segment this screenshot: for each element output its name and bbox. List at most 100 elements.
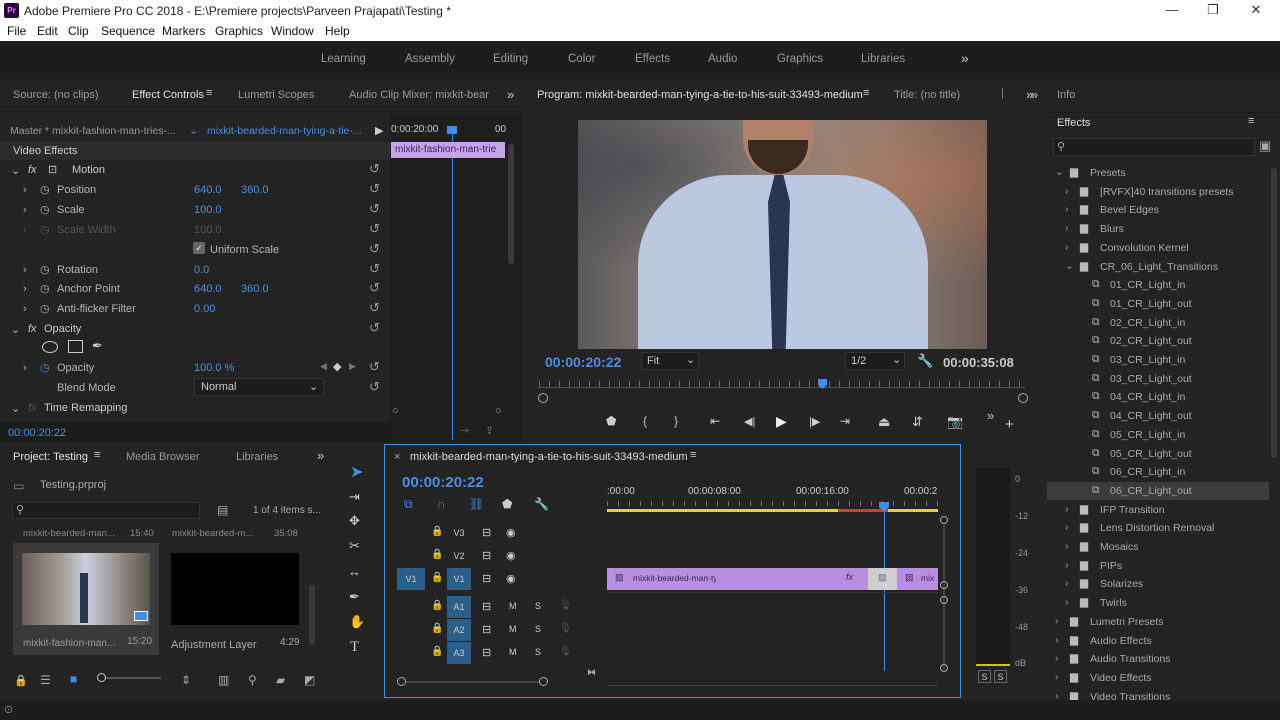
menu-markers[interactable]: Markers bbox=[162, 24, 205, 38]
effects-tree-item[interactable]: › ▆ Twirls bbox=[1047, 594, 1269, 612]
opacity-expand-icon[interactable]: › bbox=[23, 362, 27, 374]
menu-graphics[interactable]: Graphics bbox=[215, 24, 263, 38]
fit-select[interactable]: Fit ⌄ bbox=[641, 352, 699, 370]
solo-button[interactable]: S bbox=[535, 647, 541, 657]
ripple-edit-tool-icon[interactable]: ✥ bbox=[349, 513, 360, 529]
reset-blend-icon[interactable]: ↺ bbox=[369, 379, 380, 395]
track-lock-icon[interactable]: 🔒 bbox=[431, 623, 443, 634]
reset-scale-width-icon[interactable]: ↺ bbox=[369, 221, 380, 237]
lift-icon[interactable]: ⏏ bbox=[878, 414, 890, 430]
expand-arrow-icon[interactable]: › bbox=[1065, 521, 1069, 533]
meter-solo-left[interactable]: S bbox=[978, 670, 991, 683]
mute-button[interactable]: M bbox=[509, 647, 517, 657]
zoom-slider[interactable] bbox=[97, 677, 161, 679]
automate-sequence-icon[interactable]: ▥ bbox=[218, 673, 229, 687]
track-sync-icon[interactable]: ⊟ bbox=[482, 572, 491, 585]
voiceover-mic-icon[interactable]: 🎙 bbox=[559, 600, 572, 611]
reset-uniform-icon[interactable]: ↺ bbox=[369, 241, 380, 257]
expand-arrow-icon[interactable]: › bbox=[1065, 222, 1069, 234]
mute-button[interactable]: M bbox=[509, 624, 517, 634]
panel-overflow-icon[interactable]: » bbox=[507, 87, 514, 102]
extract-icon[interactable]: ⇵ bbox=[912, 414, 923, 430]
menu-edit[interactable]: Edit bbox=[37, 24, 58, 38]
mute-button[interactable]: M bbox=[509, 601, 517, 611]
find-icon[interactable]: ▤ bbox=[217, 503, 228, 517]
tab-lumetri-scopes[interactable]: Lumetri Scopes bbox=[238, 89, 314, 101]
new-bin-icon[interactable]: ▣ bbox=[1259, 138, 1271, 154]
effects-scrollbar[interactable] bbox=[1271, 168, 1277, 458]
a-zoom-handle-bottom[interactable] bbox=[940, 664, 948, 672]
expand-arrow-icon[interactable]: › bbox=[1065, 577, 1069, 589]
anchor-x-value[interactable]: 640.0 bbox=[194, 283, 222, 295]
antiflicker-value[interactable]: 0.00 bbox=[194, 303, 215, 315]
track-sync-icon[interactable]: ⊟ bbox=[482, 549, 491, 562]
effects-tree-item[interactable]: › ▆ Audio Effects bbox=[1047, 632, 1269, 650]
solo-button[interactable]: S bbox=[535, 624, 541, 634]
effects-tree-item[interactable]: › ▆ [RVFX]40 transitions presets bbox=[1047, 183, 1269, 201]
slip-tool-icon[interactable]: ↔ bbox=[348, 564, 361, 579]
ellipse-mask-icon[interactable] bbox=[42, 341, 58, 353]
timeline-clip-segment[interactable]: fx bbox=[838, 568, 868, 590]
step-back-icon[interactable]: ◀| bbox=[744, 415, 755, 428]
mark-out-icon[interactable]: } bbox=[674, 414, 678, 428]
effects-search-input[interactable]: ⚲ bbox=[1053, 138, 1255, 156]
effects-tree-item[interactable]: ⧉ 03_CR_Light_in bbox=[1047, 351, 1269, 369]
effects-tree-item[interactable]: ⧉ 04_CR_Light_in bbox=[1047, 388, 1269, 406]
snap-icon[interactable]: ∩ bbox=[437, 497, 446, 511]
close-sequence-icon[interactable]: × bbox=[394, 451, 400, 463]
add-keyframe-icon[interactable]: ◆ bbox=[333, 360, 341, 373]
expand-arrow-icon[interactable]: › bbox=[1065, 185, 1069, 197]
effects-tree-item[interactable]: ⧉ 05_CR_Light_in bbox=[1047, 426, 1269, 444]
expand-arrow-icon[interactable]: › bbox=[1055, 671, 1059, 683]
reset-motion-icon[interactable]: ↺ bbox=[369, 161, 380, 177]
timeline-marker-icon[interactable]: ⬟ bbox=[502, 497, 512, 511]
program-current-timecode[interactable]: 00:00:20:22 bbox=[545, 354, 621, 370]
effects-tree-item[interactable]: › ▆ Bevel Edges bbox=[1047, 201, 1269, 219]
tab-project[interactable]: Project: Testing bbox=[13, 451, 88, 463]
pen-tool-icon[interactable]: ✒ bbox=[349, 589, 360, 605]
filter-icon[interactable]: ⇥ bbox=[460, 424, 469, 437]
workspace-assembly[interactable]: Assembly bbox=[405, 53, 455, 65]
mini-zoom-in-icon[interactable]: ○ bbox=[495, 405, 502, 417]
step-forward-icon[interactable]: |▶ bbox=[809, 415, 820, 428]
anchor-y-value[interactable]: 360.0 bbox=[241, 283, 269, 295]
reset-anchor-icon[interactable]: ↺ bbox=[369, 280, 380, 296]
track-label[interactable]: A1 bbox=[447, 596, 471, 618]
track-lock-icon[interactable]: 🔒 bbox=[431, 600, 443, 611]
program-video-frame[interactable] bbox=[578, 120, 987, 349]
position-x-value[interactable]: 640.0 bbox=[194, 184, 222, 196]
effects-tree-item[interactable]: › ▆ Lumetri Presets bbox=[1047, 613, 1269, 631]
workspace-editing[interactable]: Editing bbox=[493, 53, 528, 65]
next-keyframe-icon[interactable]: ▶ bbox=[349, 361, 356, 372]
effects-tree-item[interactable]: › ▆ Mosaics bbox=[1047, 538, 1269, 556]
list-view-icon[interactable]: ☰ bbox=[40, 673, 51, 687]
project-item-selected[interactable]: mixkit-fashion-man... 15:20 bbox=[13, 543, 159, 655]
anchor-stopwatch-icon[interactable]: ◷ bbox=[40, 282, 50, 295]
tab-info[interactable]: Info bbox=[1057, 89, 1075, 101]
tab-media-browser[interactable]: Media Browser bbox=[126, 451, 199, 463]
tab-program[interactable]: Program: mixkit-bearded-man-tying-a-tie-… bbox=[537, 89, 863, 101]
track-label[interactable]: V2 bbox=[447, 545, 471, 567]
expand-arrow-icon[interactable]: › bbox=[1055, 690, 1059, 700]
effects-menu-icon[interactable]: ≡ bbox=[1248, 115, 1254, 127]
mini-zoom-out-icon[interactable]: ○ bbox=[392, 405, 399, 417]
uniform-scale-checkbox[interactable]: ✓ bbox=[193, 242, 205, 254]
expand-arrow-icon[interactable]: › bbox=[1065, 241, 1069, 253]
position-stopwatch-icon[interactable]: ◷ bbox=[40, 183, 50, 196]
track-sync-icon[interactable]: ⊟ bbox=[482, 600, 491, 613]
effects-tree-item[interactable]: ⧉ 01_CR_Light_in bbox=[1047, 276, 1269, 294]
workspace-libraries[interactable]: Libraries bbox=[861, 53, 905, 65]
track-label[interactable]: A3 bbox=[447, 642, 471, 664]
zoom-slider-handle[interactable] bbox=[97, 673, 106, 682]
mini-playhead-handle[interactable] bbox=[447, 126, 457, 134]
workspace-color[interactable]: Color bbox=[568, 53, 595, 65]
expand-arrow-icon[interactable]: › bbox=[1055, 652, 1059, 664]
effects-tree-item[interactable]: › ▆ Solarizes bbox=[1047, 575, 1269, 593]
workspace-learning[interactable]: Learning bbox=[321, 53, 366, 65]
mini-scrollbar[interactable] bbox=[508, 144, 514, 264]
a-zoom-handle-top[interactable] bbox=[940, 596, 948, 604]
effects-tree-item[interactable]: › ▆ Lens Distortion Removal bbox=[1047, 519, 1269, 537]
menu-sequence[interactable]: Sequence bbox=[101, 24, 155, 38]
timeline-bottom-scroll[interactable] bbox=[607, 685, 938, 686]
timeline-menu-icon[interactable]: ≡ bbox=[690, 449, 696, 461]
